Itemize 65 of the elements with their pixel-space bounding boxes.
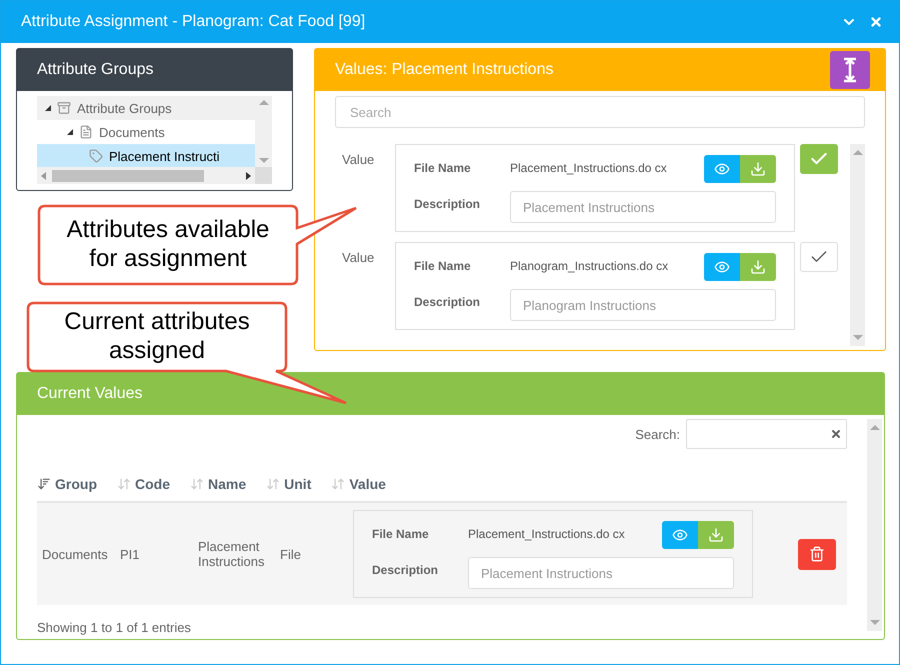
search-field[interactable]: Search [335, 96, 865, 128]
search-label: Search: [635, 426, 680, 442]
column-header[interactable]: Code [117, 476, 170, 492]
search-field[interactable] [686, 419, 847, 449]
download-button[interactable] [740, 253, 776, 281]
panel-title: Current Values [37, 385, 143, 403]
sort-icon [190, 477, 204, 491]
select-button[interactable] [800, 144, 838, 174]
download-icon [750, 259, 766, 275]
panel-title: Values: Placement Instructions [335, 61, 554, 79]
scrollbar[interactable] [850, 144, 865, 346]
column-header[interactable]: Name [190, 476, 246, 492]
height-icon [842, 57, 858, 83]
view-button[interactable] [662, 521, 698, 549]
entries-info: Showing 1 to 1 of 1 entries [37, 620, 192, 635]
eye-icon [714, 259, 730, 275]
sort-icon [117, 477, 131, 491]
view-button[interactable] [704, 155, 740, 183]
file-name: Placement_Instructions.do cx [468, 526, 625, 543]
tag-icon [89, 149, 103, 163]
description-label: Description [414, 294, 482, 309]
table-cell-text: File [280, 546, 302, 562]
sort-icon [266, 477, 280, 491]
table-cell-text: PI1 [120, 546, 141, 562]
column-header[interactable]: Value [331, 476, 386, 492]
download-button[interactable] [698, 521, 734, 549]
eye-icon [672, 527, 688, 543]
download-icon [708, 527, 724, 543]
close-icon [869, 15, 883, 29]
window-title: Attribute Assignment - Planogram: Cat Food [99] [21, 13, 366, 31]
select-button[interactable] [800, 242, 838, 272]
column-header[interactable]: Group [37, 476, 97, 492]
file-name: Placement_Instructions.do cx [510, 160, 667, 177]
resize-button[interactable] [830, 51, 870, 89]
eye-icon [714, 161, 730, 177]
clear-icon[interactable] [830, 428, 842, 440]
file-name-label: File Name [414, 258, 472, 273]
tree-item[interactable]: Attribute Groups [37, 96, 255, 120]
value-label: Value [341, 249, 376, 265]
view-button[interactable] [704, 253, 740, 281]
expand-icon[interactable] [67, 129, 73, 135]
trash-icon [809, 546, 825, 562]
tree-item[interactable]: Documents [37, 120, 255, 144]
file-name: Planogram_Instructions.do cx [510, 258, 668, 275]
table-cell-text: Documents [42, 546, 109, 562]
download-icon [750, 161, 766, 177]
file-name-label: File Name [414, 160, 472, 175]
tree-item[interactable]: Placement Instructi [37, 144, 255, 167]
scrollbar-corner [255, 167, 272, 184]
description-label: Description [414, 196, 482, 211]
table-cell-text: Placement Instructions [198, 539, 266, 569]
close-button[interactable] [869, 15, 883, 29]
value-label: Value [341, 151, 376, 167]
description-label: Description [372, 562, 440, 577]
panel-title: Attribute Groups [17, 49, 292, 91]
sort-icon [331, 477, 346, 491]
download-button[interactable] [740, 155, 776, 183]
callout-text: Current attributes assigned [63, 308, 251, 366]
file-name-label: File Name [372, 526, 430, 541]
scrollbar[interactable] [867, 419, 882, 631]
callout-text: Attributes available for assignment [66, 216, 270, 274]
column-header[interactable]: Unit [266, 476, 312, 492]
expand-icon[interactable] [45, 105, 51, 111]
sort-icon [37, 477, 51, 491]
delete-button[interactable] [798, 538, 836, 570]
